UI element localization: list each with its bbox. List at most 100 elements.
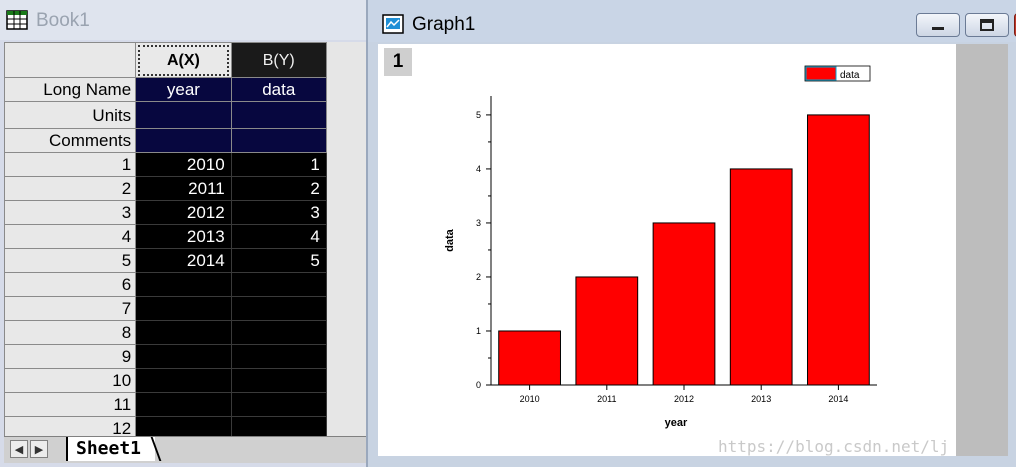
row-number[interactable]: 4	[4, 224, 137, 249]
y-tick-label: 3	[476, 218, 481, 228]
minimize-button[interactable]	[916, 13, 960, 37]
comments-cell-b[interactable]	[230, 128, 327, 153]
cell-a[interactable]: 2014	[135, 248, 232, 273]
grid-empty-area	[325, 101, 366, 129]
long-name-cell-b[interactable]: data	[230, 77, 327, 102]
grid-empty-area	[325, 248, 366, 273]
row-label-long-name[interactable]: Long Name	[4, 77, 137, 102]
row-label-comments[interactable]: Comments	[4, 128, 137, 153]
grid-empty-area	[325, 128, 366, 153]
workbook-title: Book1	[36, 10, 90, 31]
cell-b[interactable]	[230, 416, 327, 436]
grid-corner[interactable]	[4, 42, 137, 78]
cell-b[interactable]	[230, 272, 327, 297]
row-number[interactable]: 9	[4, 344, 137, 369]
grid-empty-area	[325, 416, 366, 436]
x-tick-label: 2012	[674, 394, 694, 404]
y-tick-label: 0	[476, 380, 481, 390]
row-number[interactable]: 7	[4, 296, 137, 321]
cell-b[interactable]	[230, 344, 327, 369]
grid-empty-area	[325, 320, 366, 345]
bar[interactable]	[807, 114, 870, 386]
workbook-window[interactable]: Book1 A(X) B(Y) Long Name year data Unit…	[0, 0, 366, 467]
next-sheet-button[interactable]: ▶	[30, 440, 48, 458]
cell-b[interactable]	[230, 320, 327, 345]
graph-window[interactable]: Graph1 1 0 1 2 3 4 5 2010 2011 2012 2013 2014 yea…	[366, 0, 1016, 467]
prev-sheet-button[interactable]: ◀	[10, 440, 28, 458]
grid-empty-area	[325, 200, 366, 225]
column-header-b[interactable]: B(Y)	[230, 42, 327, 78]
cell-b[interactable]: 4	[230, 224, 327, 249]
grid-empty-area	[325, 42, 366, 78]
row-number[interactable]: 11	[4, 392, 137, 417]
cell-a[interactable]	[135, 320, 232, 345]
bar[interactable]	[652, 222, 716, 386]
bar[interactable]	[575, 276, 639, 386]
cell-b[interactable]: 2	[230, 176, 327, 201]
graph-page[interactable]: 1 0 1 2 3 4 5 2010 2011 2012 2013 2014 year data …	[378, 44, 1008, 456]
maximize-icon	[980, 19, 994, 31]
cell-a[interactable]	[135, 392, 232, 417]
cell-a[interactable]: 2011	[135, 176, 232, 201]
x-tick-label: 2013	[751, 394, 771, 404]
cell-a[interactable]: 2010	[135, 152, 232, 177]
grid-empty-area	[325, 152, 366, 177]
row-label-units[interactable]: Units	[4, 101, 137, 129]
cell-a[interactable]	[135, 296, 232, 321]
cell-a[interactable]	[135, 344, 232, 369]
x-axis-label[interactable]: year	[665, 417, 688, 429]
comments-cell-a[interactable]	[135, 128, 232, 153]
grid-empty-area	[325, 296, 366, 321]
cell-b[interactable]: 1	[230, 152, 327, 177]
units-cell-b[interactable]	[230, 101, 327, 129]
column-header-a[interactable]: A(X)	[135, 42, 232, 78]
minimize-icon	[932, 27, 944, 30]
bar-chart[interactable]: 0 1 2 3 4 5 2010 2011 2012 2013 2014 year data da…	[378, 44, 956, 456]
workbook-titlebar[interactable]: Book1	[0, 0, 366, 40]
graph-title: Graph1	[412, 14, 476, 35]
long-name-cell-a[interactable]: year	[135, 77, 232, 102]
page-margin	[956, 44, 1008, 456]
row-number[interactable]: 3	[4, 200, 137, 225]
cell-b[interactable]	[230, 368, 327, 393]
x-tick-label: 2011	[597, 394, 616, 404]
row-number[interactable]: 12	[4, 416, 137, 436]
sheet-tab-bar: ◀ ▶ Sheet1	[4, 436, 366, 463]
grid-empty-area	[325, 77, 366, 102]
cell-a[interactable]	[135, 368, 232, 393]
row-number[interactable]: 6	[4, 272, 137, 297]
grid-empty-area	[325, 392, 366, 417]
graph-icon	[382, 14, 404, 34]
cell-a[interactable]: 2012	[135, 200, 232, 225]
cell-b[interactable]	[230, 296, 327, 321]
row-number[interactable]: 5	[4, 248, 137, 273]
x-tick-label: 2010	[520, 394, 540, 404]
units-cell-a[interactable]	[135, 101, 232, 129]
y-tick-label: 2	[476, 272, 481, 282]
grid-empty-area	[325, 272, 366, 297]
graph-titlebar[interactable]: Graph1	[368, 0, 1016, 42]
bar[interactable]	[498, 330, 561, 386]
y-axis-label[interactable]: data	[444, 228, 456, 252]
cell-b[interactable]: 3	[230, 200, 327, 225]
grid-empty-area	[325, 224, 366, 249]
cell-a[interactable]	[135, 416, 232, 436]
worksheet-grid[interactable]: A(X) B(Y) Long Name year data Units Comm…	[4, 42, 366, 436]
cell-b[interactable]	[230, 392, 327, 417]
sheet-tab[interactable]: Sheet1	[66, 437, 156, 461]
legend[interactable]: data	[804, 65, 871, 82]
row-number[interactable]: 10	[4, 368, 137, 393]
legend-swatch	[805, 66, 837, 81]
cell-a[interactable]: 2013	[135, 224, 232, 249]
cell-a[interactable]	[135, 272, 232, 297]
worksheet-icon	[6, 10, 28, 30]
cell-b[interactable]: 5	[230, 248, 327, 273]
row-number[interactable]: 1	[4, 152, 137, 177]
maximize-button[interactable]	[965, 13, 1009, 37]
row-number[interactable]: 2	[4, 176, 137, 201]
grid-empty-area	[325, 176, 366, 201]
y-tick-label: 1	[476, 326, 481, 336]
grid-empty-area	[325, 344, 366, 369]
row-number[interactable]: 8	[4, 320, 137, 345]
bar[interactable]	[729, 168, 793, 386]
